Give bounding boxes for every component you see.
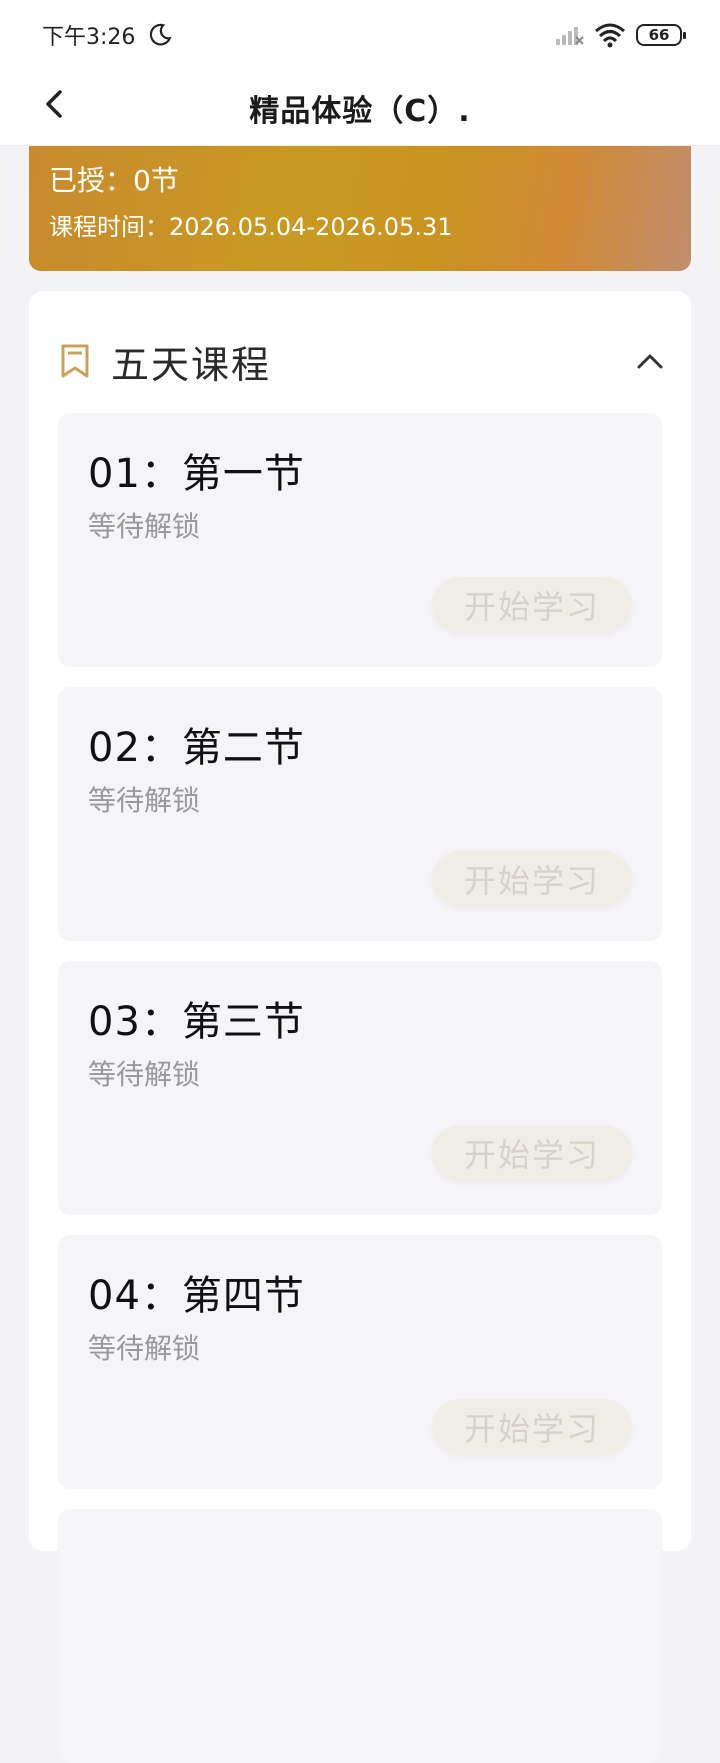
signal-icon xyxy=(556,27,584,45)
course-card: 五天课程 01：第一节 等待解锁 开始学习 02：第二节 等待解锁 开始学习 0… xyxy=(29,291,691,1763)
battery-level: 66 xyxy=(648,26,670,44)
lesson-status: 等待解锁 xyxy=(88,1058,201,1091)
start-learning-button[interactable]: 开始学习 xyxy=(432,577,632,633)
status-icons: 66 xyxy=(554,22,686,48)
lesson-item[interactable]: 04：第四节 等待解锁 开始学习 xyxy=(58,1235,662,1489)
nav-bar: 精品体验（C）. xyxy=(0,70,720,146)
lesson-title: 03：第三节 xyxy=(88,999,305,1045)
battery-icon: 66 xyxy=(636,24,686,46)
bookmark-icon xyxy=(61,344,89,378)
lesson-item[interactable]: 02：第二节 等待解锁 开始学习 xyxy=(58,687,662,941)
wifi-icon xyxy=(595,23,625,48)
chevron-left-icon xyxy=(46,90,62,118)
back-button[interactable] xyxy=(34,84,74,124)
lesson-title: 04：第四节 xyxy=(88,1273,305,1319)
lesson-item[interactable]: 03：第三节 等待解锁 开始学习 xyxy=(58,961,662,1215)
lesson-status: 等待解锁 xyxy=(88,510,201,543)
course-section-title: 五天课程 xyxy=(111,342,272,387)
taught-count: 已授：0节 xyxy=(49,164,179,197)
course-section-header[interactable]: 五天课程 xyxy=(59,337,665,387)
course-info-banner: 已授：0节 课程时间：2026.05.04-2026.05.31 xyxy=(29,146,691,271)
status-bar: 下午3:26 66 xyxy=(0,0,720,70)
lesson-title: 02：第二节 xyxy=(88,725,305,771)
page-title: 精品体验（C）. xyxy=(249,93,471,129)
start-learning-button[interactable]: 开始学习 xyxy=(432,1399,632,1455)
lesson-item[interactable]: 01：第一节 等待解锁 开始学习 xyxy=(58,413,662,667)
lesson-item-partial[interactable] xyxy=(58,1509,662,1763)
start-learning-button[interactable]: 开始学习 xyxy=(432,1125,632,1181)
lesson-status: 等待解锁 xyxy=(88,1332,201,1365)
lesson-status: 等待解锁 xyxy=(88,784,201,817)
status-time: 下午3:26 xyxy=(42,25,136,50)
course-period: 课程时间：2026.05.04-2026.05.31 xyxy=(49,213,453,241)
do-not-disturb-moon-icon xyxy=(150,23,172,46)
start-learning-button[interactable]: 开始学习 xyxy=(432,851,632,907)
chevron-up-icon[interactable] xyxy=(635,346,665,376)
lesson-title: 01：第一节 xyxy=(88,451,305,497)
